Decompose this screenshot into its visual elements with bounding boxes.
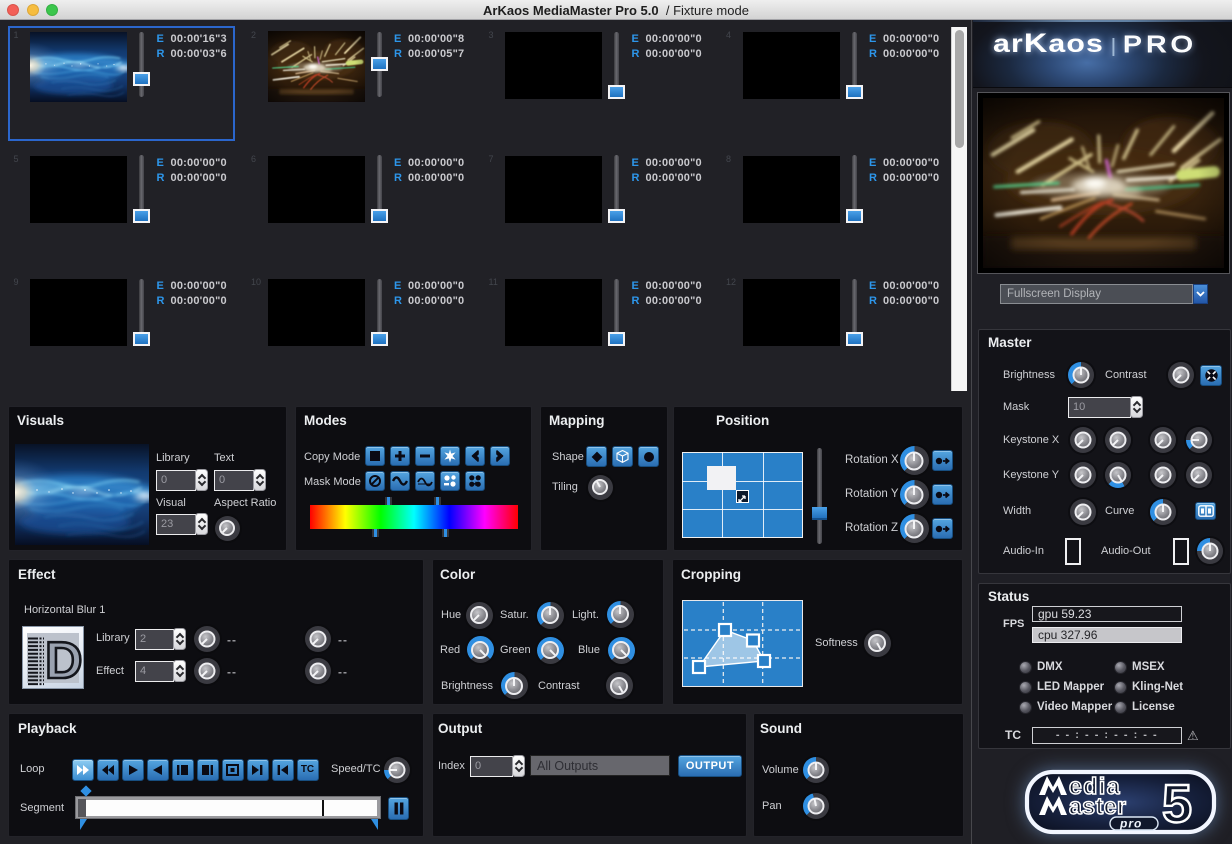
svg-text:5: 5 bbox=[1162, 774, 1192, 834]
svg-text:D: D bbox=[45, 632, 83, 688]
svg-text:pro: pro bbox=[1119, 817, 1142, 831]
svg-text:aster: aster bbox=[1069, 793, 1126, 819]
